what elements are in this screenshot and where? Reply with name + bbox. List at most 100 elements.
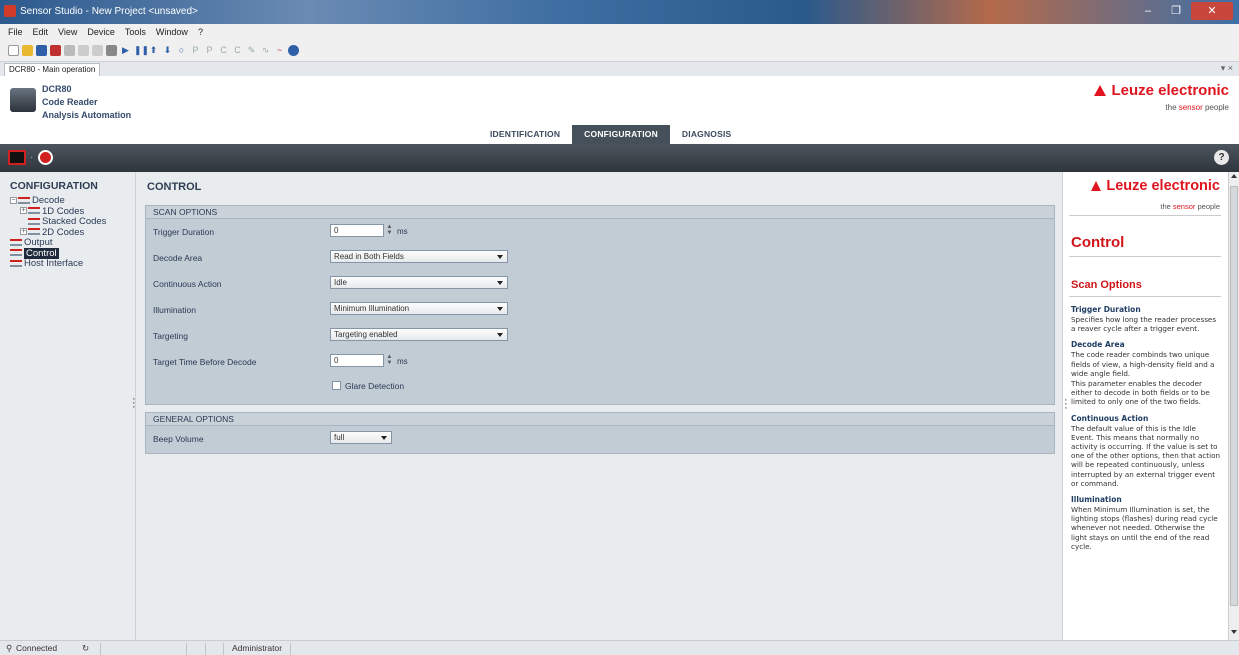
illumination-select[interactable]: Minimum Illumination xyxy=(330,302,508,315)
window-controls: – ❐ ✕ xyxy=(1135,2,1233,20)
divider xyxy=(1069,256,1221,257)
info-icon[interactable] xyxy=(288,45,299,56)
help-heading: Illumination xyxy=(1071,495,1122,505)
app-icon xyxy=(4,5,16,17)
play-icon[interactable]: ▶ xyxy=(120,45,131,56)
download-icon[interactable]: ⬇ xyxy=(162,45,173,56)
target-time-label: Target Time Before Decode xyxy=(153,357,257,367)
record-icon[interactable]: ○ xyxy=(176,45,187,56)
copy-icon[interactable] xyxy=(78,45,89,56)
separator: · xyxy=(30,152,34,163)
new-file-icon[interactable] xyxy=(8,45,19,56)
tab-diagnosis[interactable]: DIAGNOSIS xyxy=(670,125,744,144)
tree-item-host-interface[interactable]: Host Interface xyxy=(10,258,135,270)
trigger-duration-label: Trigger Duration xyxy=(153,227,215,237)
help-icon[interactable]: ? xyxy=(1214,150,1229,165)
glare-detection-label: Glare Detection xyxy=(345,381,405,391)
stop-icon[interactable] xyxy=(38,150,53,165)
device-subtitle: Analysis Automation xyxy=(42,110,132,120)
connect-icon[interactable] xyxy=(106,45,117,56)
compare-icon[interactable]: C xyxy=(232,45,243,56)
help-title: Control xyxy=(1071,234,1125,251)
help-brand-tagline: the sensor people xyxy=(1160,202,1220,211)
dropdown-arrow-icon xyxy=(497,281,503,285)
minimize-button[interactable]: – xyxy=(1135,2,1161,20)
help-text: The default value of this is the Idle Ev… xyxy=(1071,423,1221,488)
right-splitter-handle[interactable]: · · · xyxy=(1064,395,1068,414)
folder-icon xyxy=(28,217,40,225)
mode-tabs: IDENTIFICATION CONFIGURATION DIAGNOSIS xyxy=(478,125,743,144)
param-icon[interactable]: P xyxy=(190,45,201,56)
edit-icon[interactable]: ✎ xyxy=(246,45,257,56)
cut-icon[interactable] xyxy=(64,45,75,56)
refresh-icon[interactable]: ↻ xyxy=(82,643,89,654)
help-heading: Continuous Action xyxy=(1071,413,1149,423)
help-body: Trigger Duration Specifies how long the … xyxy=(1071,305,1221,551)
menu-device[interactable]: Device xyxy=(87,27,115,37)
tab-configuration[interactable]: CONFIGURATION xyxy=(572,125,670,144)
tab-identification[interactable]: IDENTIFICATION xyxy=(478,125,572,144)
help-heading: Decode Area xyxy=(1071,340,1125,350)
trigger-duration-stepper[interactable]: ▲ ▼ xyxy=(385,224,394,237)
trigger-duration-input[interactable]: 0 xyxy=(330,224,384,237)
window-title: Sensor Studio - New Project <unsaved> xyxy=(20,6,198,17)
targeting-select[interactable]: Targeting enabled xyxy=(330,328,508,341)
help-scrollbar[interactable] xyxy=(1228,172,1239,640)
graph-icon[interactable]: ∿ xyxy=(260,45,271,56)
decode-area-select[interactable]: Read in Both Fields xyxy=(330,250,508,263)
tab-pin-close[interactable]: ▾ × xyxy=(1221,63,1233,74)
expand-icon[interactable]: + xyxy=(20,207,27,215)
left-splitter-handle[interactable]: · · · xyxy=(132,394,136,413)
save-icon[interactable] xyxy=(36,45,47,56)
brand-tagline: the sensor people xyxy=(1165,103,1229,112)
folder-icon xyxy=(28,228,40,236)
menu-window[interactable]: Window xyxy=(156,27,188,37)
collapse-icon[interactable]: − xyxy=(10,196,17,204)
dropdown-arrow-icon xyxy=(497,307,503,311)
line-icon[interactable]: ~ xyxy=(274,45,285,56)
upload-icon[interactable]: ⬆ xyxy=(148,45,159,56)
dropdown-arrow-icon xyxy=(497,255,503,259)
trigger-duration-unit: ms xyxy=(397,227,408,236)
folder-icon xyxy=(28,207,40,215)
compare-icon[interactable]: C xyxy=(218,45,229,56)
connection-status: Connected xyxy=(16,643,58,653)
tab-main-operation[interactable]: DCR80 - Main operation xyxy=(4,63,101,76)
scroll-up-icon[interactable] xyxy=(1231,174,1237,178)
glare-detection-checkbox[interactable] xyxy=(332,381,341,390)
menu-edit[interactable]: Edit xyxy=(33,27,49,37)
scroll-down-icon[interactable] xyxy=(1231,630,1237,634)
action-bar: · ? xyxy=(0,144,1239,172)
monitor-icon[interactable] xyxy=(8,150,26,165)
pause-icon[interactable]: ❚❚ xyxy=(134,45,149,56)
document-tabs: DCR80 - Main operation ▾ × xyxy=(0,62,1239,76)
target-time-input[interactable]: 0 xyxy=(330,354,384,367)
close-button[interactable]: ✕ xyxy=(1191,2,1233,20)
page-title: CONTROL xyxy=(147,181,202,193)
beep-volume-select[interactable]: full xyxy=(330,431,392,444)
device-icon[interactable] xyxy=(50,45,61,56)
tree-item-output[interactable]: Output xyxy=(10,237,135,249)
param-icon[interactable]: P xyxy=(204,45,215,56)
target-time-stepper[interactable]: ▲ ▼ xyxy=(385,354,394,367)
continuous-action-select[interactable]: Idle xyxy=(330,276,508,289)
menu-tools[interactable]: Tools xyxy=(125,27,146,37)
brand-logo: Leuze electronic the sensor people xyxy=(1094,82,1229,112)
open-folder-icon[interactable] xyxy=(22,45,33,56)
menu-help[interactable]: ? xyxy=(198,27,203,37)
help-text: Specifies how long the reader processes … xyxy=(1071,315,1217,334)
device-header: DCR80 Code Reader Analysis Automation Le… xyxy=(0,76,1239,148)
leuze-triangle-icon xyxy=(1094,85,1107,96)
control-panel: CONTROL SCAN OPTIONS Trigger Duration 0 … xyxy=(137,172,1062,640)
expand-icon[interactable]: + xyxy=(20,228,27,236)
divider xyxy=(1069,296,1221,297)
paste-icon[interactable] xyxy=(92,45,103,56)
menu-view[interactable]: View xyxy=(58,27,77,37)
scroll-thumb[interactable] xyxy=(1230,186,1238,606)
brand-name: Leuze electronic xyxy=(1111,82,1229,99)
help-text: The code reader combinds two unique fiel… xyxy=(1071,350,1215,378)
tree-title: CONFIGURATION xyxy=(10,180,98,192)
menu-file[interactable]: File xyxy=(8,27,23,37)
maximize-button[interactable]: ❐ xyxy=(1163,2,1189,20)
scan-options-group: SCAN OPTIONS xyxy=(145,205,1055,405)
